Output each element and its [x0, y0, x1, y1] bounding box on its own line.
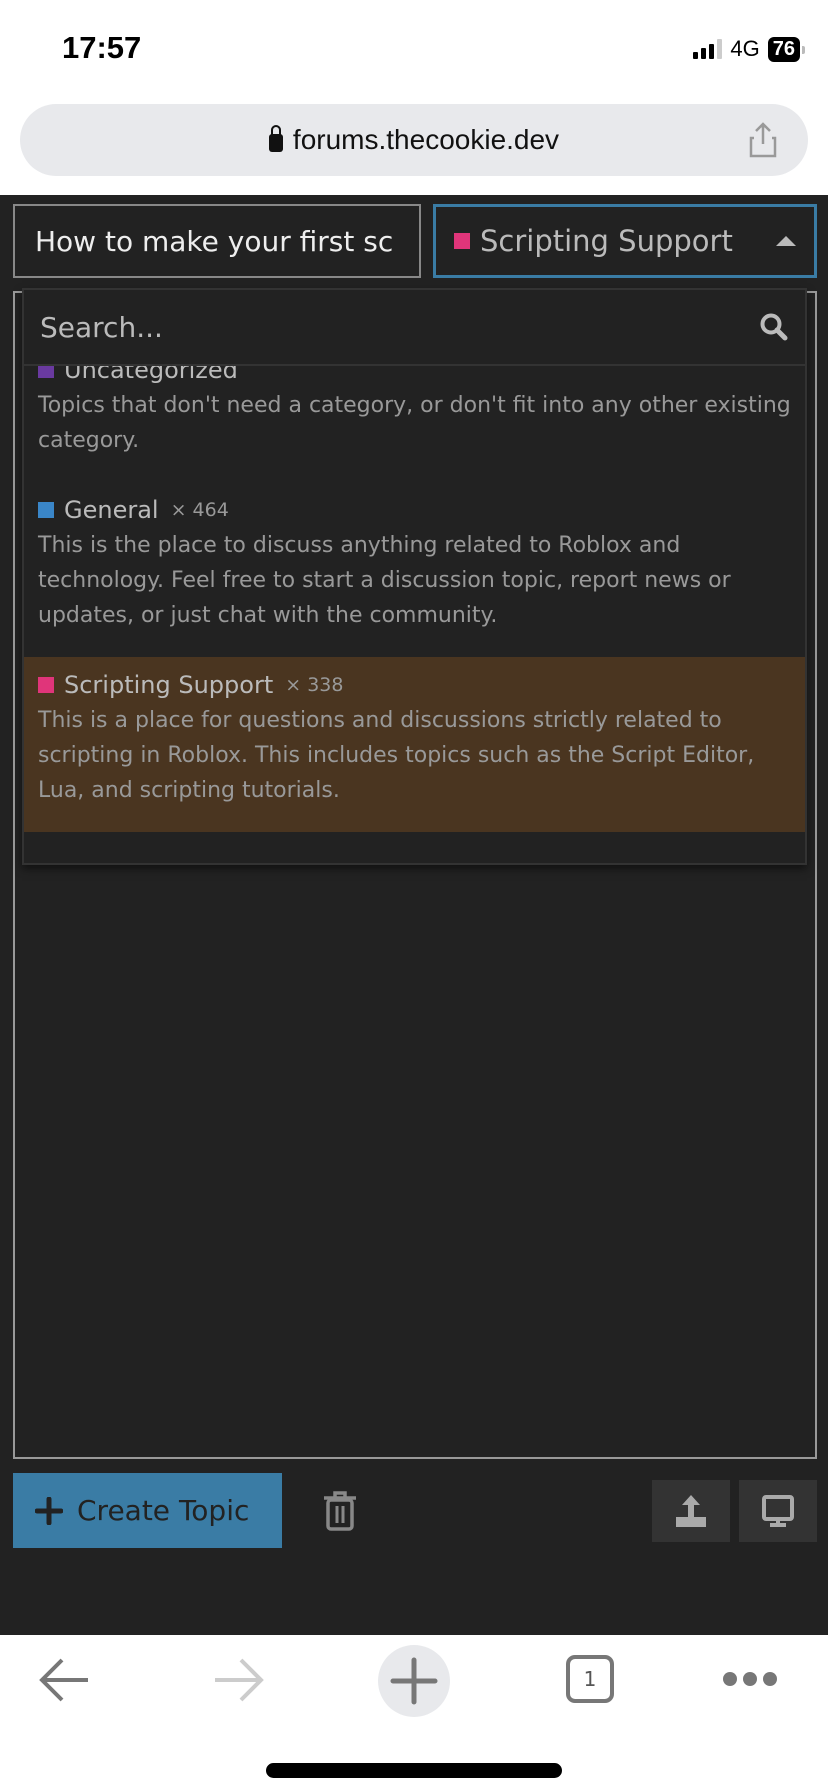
category-description: This is a place for questions and discus… [38, 708, 755, 803]
address-bar[interactable]: forums.thecookie.dev [20, 104, 808, 176]
create-topic-button[interactable]: Create Topic [13, 1473, 282, 1548]
toggle-preview-button[interactable] [739, 1480, 817, 1542]
category-dropdown: Uncategorized Topics that don't need a c… [22, 288, 807, 865]
network-type: 4G [730, 36, 760, 61]
category-search-row [24, 290, 805, 366]
url-text: forums.thecookie.dev [292, 124, 560, 155]
battery-icon: 76 [767, 36, 806, 62]
tabs-button[interactable]: 1 [566, 1655, 614, 1703]
category-description: Topics that don't need a category, or do… [38, 393, 791, 453]
lock-icon [268, 125, 283, 152]
topic-title-input[interactable]: How to make your first sc [13, 204, 421, 278]
more-icon[interactable] [722, 1671, 778, 1687]
category-count: × 338 [285, 674, 344, 696]
caret-up-icon [776, 236, 796, 246]
plus-icon [35, 1496, 63, 1525]
desktop-icon [762, 1495, 794, 1527]
category-option-general[interactable]: General × 464 This is the place to discus… [24, 482, 805, 657]
upload-icon [676, 1495, 706, 1527]
create-topic-label: Create Topic [77, 1494, 250, 1527]
category-color-swatch [38, 677, 54, 693]
share-icon[interactable] [748, 122, 778, 158]
status-icons: 4G 76 [693, 36, 806, 62]
upload-button[interactable] [652, 1480, 730, 1542]
home-indicator [266, 1763, 562, 1778]
category-name: General [64, 496, 159, 524]
back-icon[interactable] [38, 1657, 90, 1703]
category-color-swatch [38, 502, 54, 518]
category-select[interactable]: Scripting Support [433, 204, 817, 278]
plus-icon [390, 1657, 438, 1705]
category-count: × 464 [170, 499, 229, 521]
category-option-scripting-support[interactable]: Scripting Support × 338 This is a place f… [24, 657, 805, 832]
category-description: This is the place to discuss anything re… [38, 533, 731, 628]
category-color-swatch [454, 233, 470, 249]
category-selected-label: Scripting Support [480, 224, 733, 258]
trash-icon[interactable] [322, 1490, 358, 1532]
forward-icon[interactable] [213, 1657, 265, 1703]
category-name: Scripting Support [64, 671, 274, 699]
new-tab-button[interactable] [378, 1645, 450, 1717]
status-time: 17:57 [62, 30, 142, 65]
search-icon [760, 313, 788, 341]
category-search-input[interactable] [40, 310, 759, 344]
signal-icon [693, 39, 723, 59]
